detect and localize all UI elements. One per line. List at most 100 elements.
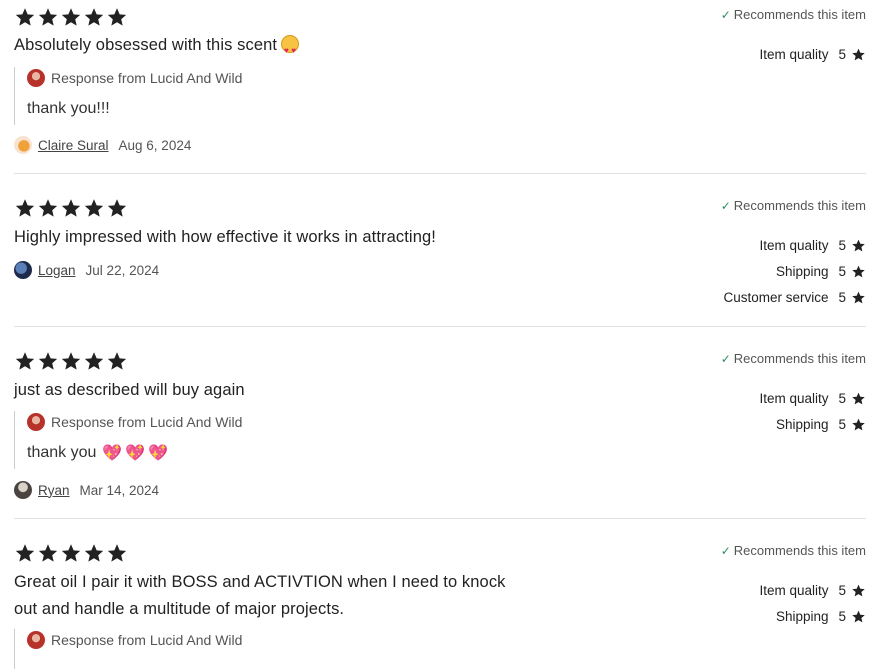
divider xyxy=(14,518,866,519)
star-icon xyxy=(852,610,865,622)
avatar[interactable] xyxy=(14,481,32,499)
rating-label: Customer service xyxy=(723,289,829,305)
rating-value: 5 xyxy=(838,46,846,62)
star-icon xyxy=(852,418,865,430)
rating-row: Customer service 5 xyxy=(723,284,866,310)
avatar[interactable] xyxy=(14,136,32,154)
review-date: Jul 22, 2024 xyxy=(85,262,160,278)
rating-label: Shipping xyxy=(775,416,829,432)
star-icon xyxy=(84,544,104,562)
rating-row: Item quality 5 xyxy=(759,385,866,411)
shop-response: Response from Lucid And Wild thank you!!… xyxy=(14,67,242,125)
review-card: ✓ Recommends this item just as described… xyxy=(14,350,866,510)
reviewer-name-link[interactable]: Logan xyxy=(38,263,76,278)
rating-value: 5 xyxy=(838,608,846,624)
reviewer-name-link[interactable]: Claire Sural xyxy=(38,138,109,153)
rating-row: Shipping 5 xyxy=(759,411,866,437)
star-icon xyxy=(38,199,58,217)
star-icon xyxy=(61,8,81,26)
rating-breakdown: Item quality 5 Shipping 5 Customer servi… xyxy=(723,232,866,310)
review-meta: Logan Jul 22, 2024 xyxy=(14,260,159,280)
star-icon xyxy=(15,544,35,562)
rating-row: Item quality 5 xyxy=(759,577,866,603)
rating-label: Item quality xyxy=(759,582,829,598)
rating-label: Item quality xyxy=(759,46,829,62)
rating-value: 5 xyxy=(838,263,846,279)
avatar[interactable] xyxy=(14,261,32,279)
review-date: Mar 14, 2024 xyxy=(79,482,160,498)
star-icon xyxy=(38,352,58,370)
check-icon: ✓ xyxy=(720,543,731,558)
recommends-badge: ✓ Recommends this item xyxy=(721,351,866,366)
star-icon xyxy=(852,392,865,404)
star-icon xyxy=(15,199,35,217)
star-icon xyxy=(84,199,104,217)
star-icon xyxy=(61,352,81,370)
star-rating xyxy=(14,197,128,219)
star-icon xyxy=(15,352,35,370)
star-icon xyxy=(852,265,865,277)
shop-avatar xyxy=(27,413,45,431)
rating-value: 5 xyxy=(838,416,846,432)
star-icon xyxy=(15,8,35,26)
shop-response: Response from Lucid And Wild thank you 💖… xyxy=(14,411,242,469)
rating-value: 5 xyxy=(838,582,846,598)
star-icon xyxy=(84,352,104,370)
star-icon xyxy=(107,544,127,562)
reviewer-name-link[interactable]: Ryan xyxy=(38,483,70,498)
rating-value: 5 xyxy=(838,390,846,406)
recommends-label: Recommends this item xyxy=(733,7,866,22)
check-icon: ✓ xyxy=(720,7,731,22)
star-rating xyxy=(14,350,128,372)
shop-response: Response from Lucid And Wild xyxy=(14,629,242,669)
rating-breakdown: Item quality 5 xyxy=(759,41,866,67)
star-icon xyxy=(38,544,58,562)
star-icon xyxy=(61,199,81,217)
recommends-label: Recommends this item xyxy=(733,351,866,366)
star-icon xyxy=(38,8,58,26)
rating-value: 5 xyxy=(838,289,846,305)
rating-row: Item quality 5 xyxy=(759,41,866,67)
rating-breakdown: Item quality 5 Shipping 5 xyxy=(759,385,866,437)
check-icon: ✓ xyxy=(720,351,731,366)
review-card: ✓ Recommends this item Great oil I pair … xyxy=(14,542,866,669)
rating-label: Item quality xyxy=(759,390,829,406)
response-text: thank you!!! xyxy=(27,100,110,117)
star-icon xyxy=(852,239,865,251)
response-from: Response from Lucid And Wild xyxy=(51,70,243,86)
divider xyxy=(14,326,866,327)
rating-label: Shipping xyxy=(775,263,829,279)
rating-label: Item quality xyxy=(759,237,829,253)
rating-row: Shipping 5 xyxy=(723,258,866,284)
review-text: Absolutely obsessed with this scent xyxy=(14,32,300,64)
rating-label: Shipping xyxy=(775,608,829,624)
response-from: Response from Lucid And Wild xyxy=(51,632,243,648)
review-date: Aug 6, 2024 xyxy=(118,137,192,153)
review-card: ✓ Recommends this item Highly impressed … xyxy=(14,197,866,317)
response-text: thank you 💖 💖 💖 xyxy=(27,444,169,462)
sparkling-heart-icon: 💖 xyxy=(148,445,169,462)
star-rating xyxy=(14,542,128,564)
review-text: just as described will buy again xyxy=(14,381,245,399)
recommends-badge: ✓ Recommends this item xyxy=(721,7,866,22)
divider xyxy=(14,173,866,174)
star-icon xyxy=(852,584,865,596)
shop-avatar xyxy=(27,69,45,87)
star-icon xyxy=(61,544,81,562)
recommends-label: Recommends this item xyxy=(733,543,866,558)
recommends-label: Recommends this item xyxy=(733,198,866,213)
review-card: ✓ Recommends this item Absolutely obsess… xyxy=(14,6,866,166)
recommends-badge: ✓ Recommends this item xyxy=(721,198,866,213)
star-icon xyxy=(852,291,865,303)
star-icon xyxy=(852,48,865,60)
star-rating xyxy=(14,6,128,28)
star-icon xyxy=(84,8,104,26)
review-meta: Claire Sural Aug 6, 2024 xyxy=(14,135,191,155)
rating-row: Item quality 5 xyxy=(723,232,866,258)
review-text: Great oil I pair it with BOSS and ACTIVT… xyxy=(14,573,506,618)
response-from: Response from Lucid And Wild xyxy=(51,414,243,430)
star-icon xyxy=(107,199,127,217)
sparkling-heart-icon: 💖 xyxy=(125,445,146,462)
rating-value: 5 xyxy=(838,237,846,253)
shop-avatar xyxy=(27,631,45,649)
